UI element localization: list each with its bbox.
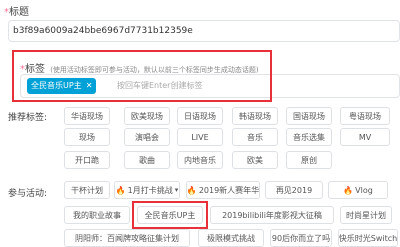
rec-tag[interactable]: 欧美现场 [124,107,170,125]
rec-tag[interactable]: 原创 [286,151,332,169]
fire-icon: 🔥 [115,185,126,195]
activity-tag[interactable]: 2019bilibili年度影视大征稿 [210,206,334,224]
title-input[interactable]: b3f89a6009a24bbe6967d7731b12359e [8,20,400,42]
activity-tag[interactable]: 阴阳师：百闻牌攻略征集计划 [64,229,190,247]
rec-tag[interactable]: LIVE [177,128,223,146]
highlight-box-activity [132,201,208,229]
activity-tag[interactable]: 🔥 Vlog [328,181,388,199]
activities-label: 参与活动: [8,189,48,199]
rec-tag[interactable]: 内地音乐 [177,151,223,169]
activity-tag[interactable]: 快乐时光Switch [338,229,398,247]
activity-tag[interactable]: 极限模式挑战 [198,229,264,247]
rec-tag[interactable]: 粤语现场 [340,107,390,125]
rec-tag[interactable]: 开口跪 [64,151,110,169]
highlight-box-tags [12,50,272,102]
rec-tag[interactable]: 韩语现场 [232,107,278,125]
activity-tag[interactable]: 再见2019 [265,181,323,199]
activity-tag[interactable]: 我的职业故事 [64,206,130,224]
fire-icon: 🔥 [343,185,354,195]
rec-tag[interactable]: MV [340,128,390,146]
activity-tag[interactable]: 🔥 2019新人赛年华 [186,181,260,199]
rec-tag[interactable]: 欧美 [232,151,278,169]
rec-tag[interactable]: 音乐选集 [286,128,332,146]
rec-tag[interactable]: 音乐 [232,128,278,146]
rec-tag[interactable]: 演唱会 [124,128,170,146]
activity-tag-dropdown[interactable]: 🔥 1月打卡挑战 ▾ [114,181,180,199]
activity-tag[interactable]: 干杯计划 [64,181,110,199]
rec-tag[interactable]: 歌曲 [124,151,170,169]
fire-icon: 🔥 [186,185,197,195]
activity-tag[interactable]: 90后你而立了吗 [270,229,332,247]
rec-tag[interactable]: 现场 [64,128,110,146]
recommended-label: 推荐标签: [8,113,48,123]
title-label: *标题 [4,7,29,18]
chevron-down-icon: ▾ [174,186,179,194]
rec-tag[interactable]: 华语现场 [64,107,110,125]
activity-tag[interactable]: 时尚星计划 [340,206,392,224]
rec-tag[interactable]: 国语现场 [286,107,332,125]
rec-tag[interactable]: 日语现场 [177,107,223,125]
